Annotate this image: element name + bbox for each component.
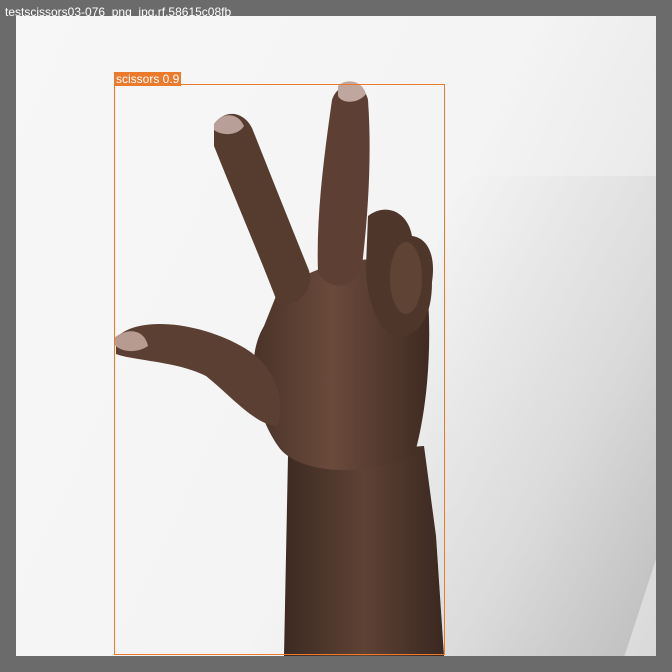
detection-label: scissors 0.9 bbox=[114, 72, 182, 86]
viewer-frame: testscissors03-076_png_jpg.rf.58615c08fb bbox=[0, 0, 672, 672]
detection-box bbox=[114, 84, 445, 655]
